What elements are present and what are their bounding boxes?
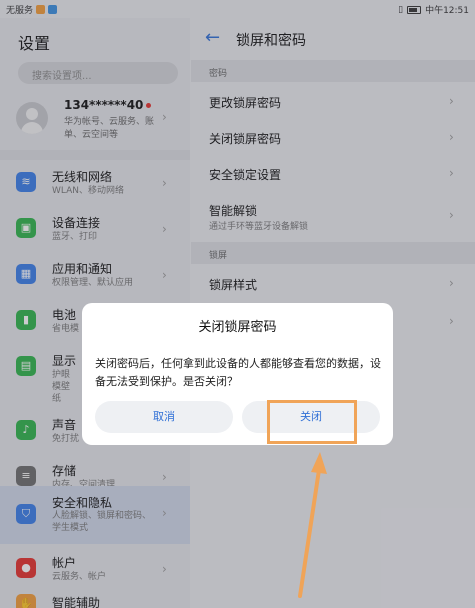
annotation-arrow-icon [298,452,327,598]
